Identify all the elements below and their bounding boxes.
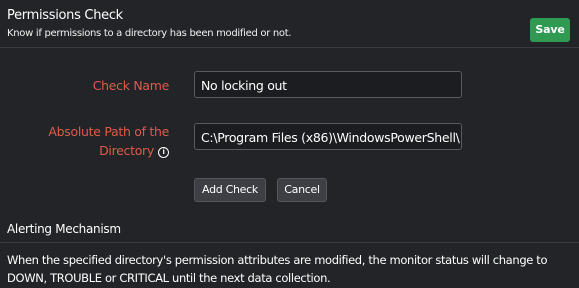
check-name-input[interactable]: No locking out — [194, 71, 462, 98]
divider — [0, 242, 579, 243]
path-label-text: Directory — [99, 143, 154, 158]
add-check-button[interactable]: Add Check — [194, 178, 266, 202]
panel-header: Permissions Check Know if permissions to… — [0, 0, 579, 48]
alerting-description: When the specified directory's permissio… — [7, 253, 548, 285]
save-button[interactable]: Save — [530, 18, 570, 42]
alerting-section-title: Alerting Mechanism — [7, 222, 121, 236]
check-name-label: Check Name — [92, 78, 170, 93]
page-title: Permissions Check — [7, 8, 123, 23]
path-label-line1: Absolute Path of the — [48, 124, 169, 139]
cancel-button[interactable]: Cancel — [277, 178, 327, 202]
info-icon[interactable]: i — [158, 147, 169, 158]
path-label-line2: Directory i — [99, 143, 169, 158]
page-subtitle: Know if permissions to a directory has b… — [7, 28, 292, 39]
directory-path-input[interactable]: C:\Program Files (x86)\WindowsPowerShell… — [194, 123, 462, 150]
